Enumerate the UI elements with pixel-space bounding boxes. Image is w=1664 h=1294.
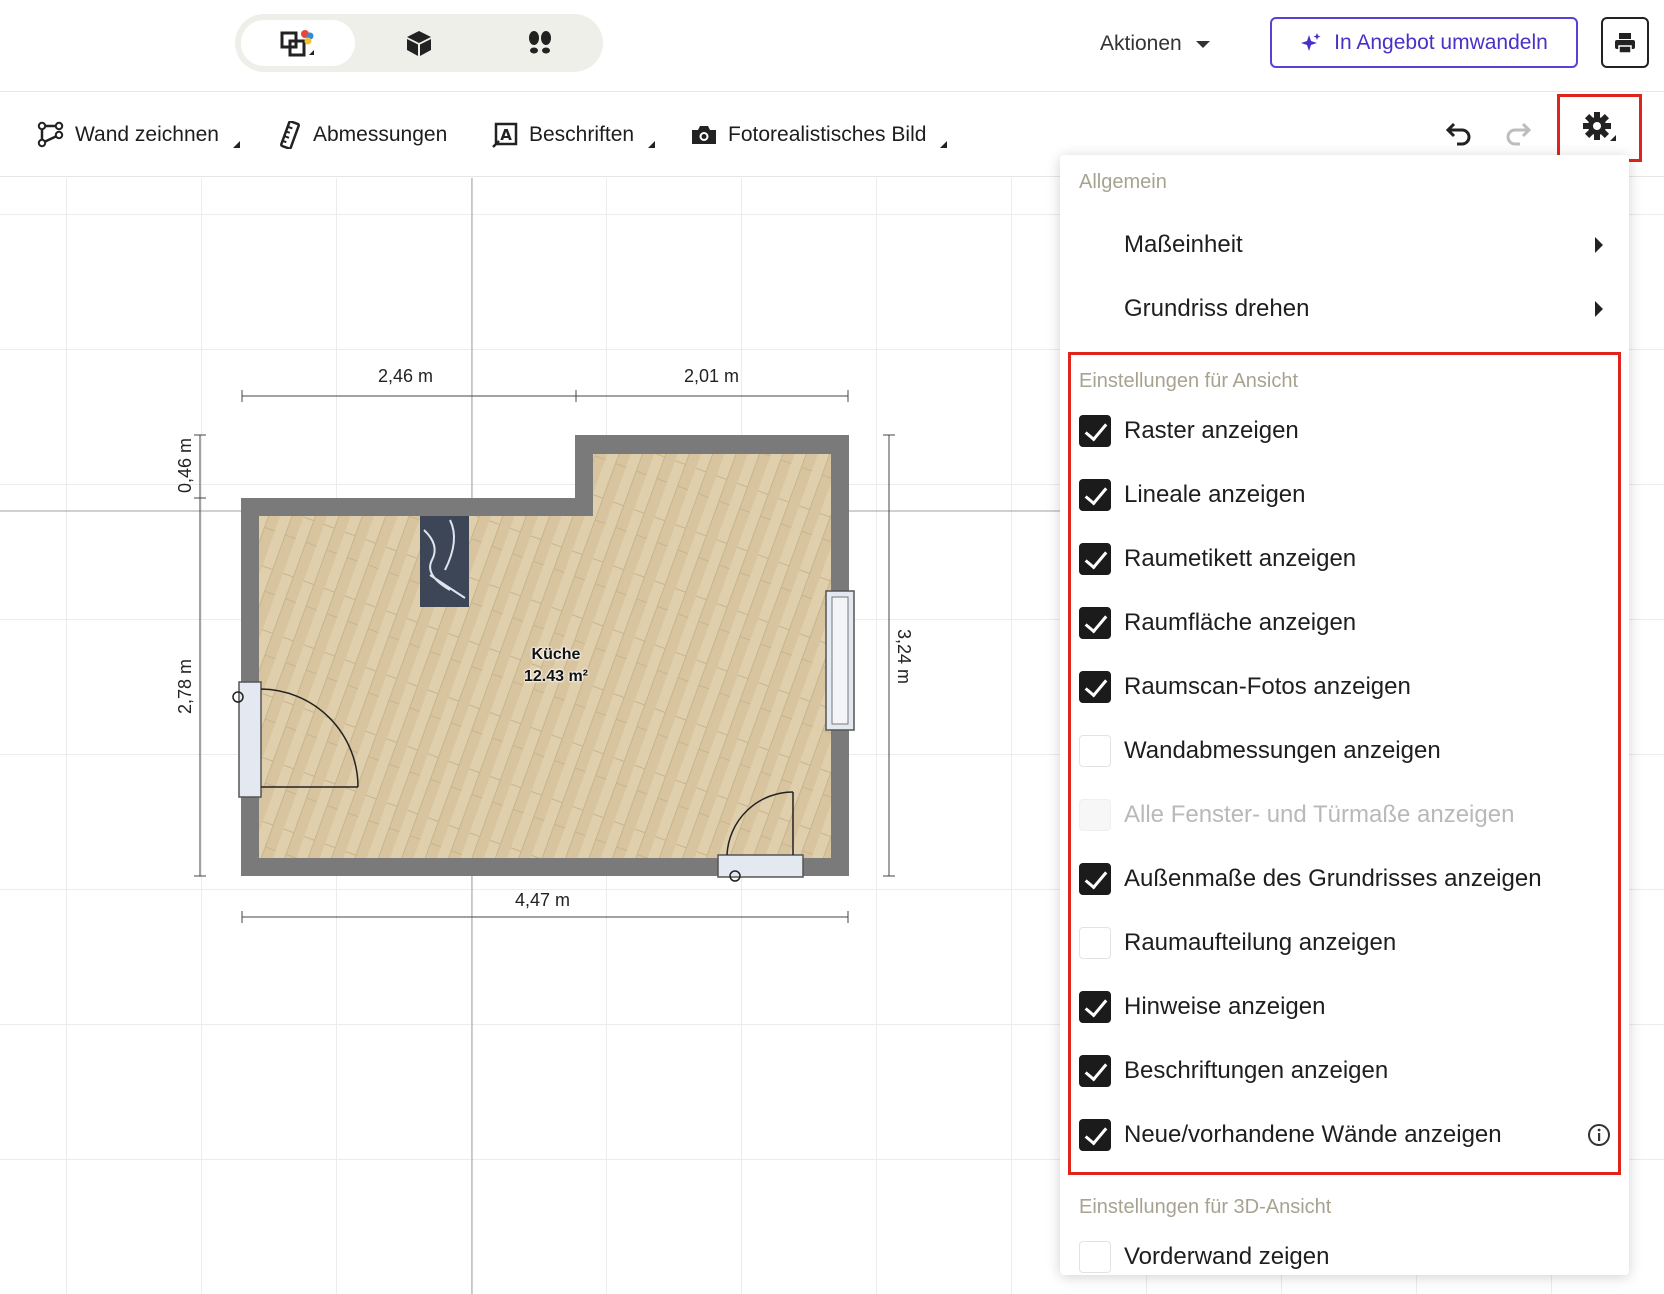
menu-item-unit[interactable]: Maßeinheit <box>1060 217 1629 273</box>
photo-render-tool[interactable]: Fotorealistisches Bild <box>690 115 948 155</box>
dimension-top-right: 2,01 m <box>684 366 740 386</box>
menu-item-rotate-plan[interactable]: Grundriss drehen <box>1060 281 1629 337</box>
top-header: Aktionen In Angebot umwandeln <box>0 0 1664 92</box>
settings-button[interactable] <box>1557 94 1642 162</box>
draw-wall-icon <box>37 121 64 148</box>
chevron-right-icon <box>1595 237 1603 253</box>
checkbox[interactable] <box>1079 1241 1111 1273</box>
view-3d-button[interactable] <box>362 20 476 66</box>
option-label: Vorderwand zeigen <box>1124 1243 1330 1270</box>
actions-dropdown[interactable]: Aktionen <box>1100 26 1210 62</box>
chevron-down-icon <box>1195 40 1210 48</box>
redo-icon <box>1506 122 1532 146</box>
option-show-wall-dimensions[interactable]: Wandabmessungen anzeigen <box>1060 723 1629 779</box>
actions-label: Aktionen <box>1100 32 1182 55</box>
marble-counter <box>420 516 469 607</box>
section-general-title: Allgemein <box>1079 171 1167 193</box>
menu-item-label: Maßeinheit <box>1124 231 1243 258</box>
option-label: Wandabmessungen anzeigen <box>1124 737 1441 764</box>
chevron-right-icon <box>1595 301 1603 317</box>
option-show-hints[interactable]: Hinweise anzeigen <box>1060 979 1629 1035</box>
option-show-rulers[interactable]: Lineale anzeigen <box>1060 467 1629 523</box>
option-label: Raumetikett anzeigen <box>1124 545 1357 572</box>
checkbox[interactable] <box>1079 671 1111 703</box>
option-label: Hinweise anzeigen <box>1124 993 1326 1020</box>
text-label-icon: A <box>492 122 518 148</box>
dimension-top-left: 2,46 m <box>378 366 434 386</box>
checkbox[interactable] <box>1079 607 1111 639</box>
option-show-outer-dimensions[interactable]: Außenmaße des Grundrisses anzeigen <box>1060 851 1629 907</box>
checkbox[interactable] <box>1079 735 1111 767</box>
labels-label: Beschriften <box>529 123 635 146</box>
option-label: Beschriftungen anzeigen <box>1124 1057 1389 1084</box>
dimension-right: 3,24 m <box>894 628 915 685</box>
view-walkthrough-button[interactable] <box>483 20 597 66</box>
option-show-new-existing-walls[interactable]: Neue/vorhandene Wände anzeigen <box>1060 1107 1629 1163</box>
submenu-corner-icon <box>648 140 656 148</box>
convert-to-offer-label: In Angebot umwandeln <box>1334 30 1548 54</box>
option-label: Raster anzeigen <box>1124 417 1299 444</box>
dimensions-tool[interactable]: Abmessungen <box>277 115 447 155</box>
checkbox[interactable] <box>1079 1119 1111 1151</box>
checkbox[interactable] <box>1079 927 1111 959</box>
option-show-front-wall[interactable]: Vorderwand zeigen <box>1060 1229 1629 1275</box>
section-3d-title: Einstellungen für 3D-Ansicht <box>1079 1196 1332 1218</box>
option-label: Alle Fenster- und Türmaße anzeigen <box>1124 801 1515 828</box>
ruler-icon <box>280 121 300 149</box>
submenu-corner-icon <box>940 140 948 148</box>
svg-text:A: A <box>500 126 512 144</box>
option-label: Außenmaße des Grundrisses anzeigen <box>1124 865 1542 892</box>
room-area: 12.43 m² <box>523 668 589 685</box>
dimensions-label: Abmessungen <box>313 123 448 146</box>
undo-button[interactable] <box>1444 116 1474 146</box>
photo-render-label: Fotorealistisches Bild <box>728 123 927 146</box>
option-show-window-door-dimensions: Alle Fenster- und Türmaße anzeigen <box>1060 787 1629 843</box>
checkbox[interactable] <box>1079 991 1111 1023</box>
option-label: Raumaufteilung anzeigen <box>1124 929 1397 956</box>
option-show-roomscan-photos[interactable]: Raumscan-Fotos anzeigen <box>1060 659 1629 715</box>
redo-button[interactable] <box>1503 116 1533 146</box>
cube-3d-icon <box>407 31 431 56</box>
option-label: Neue/vorhandene Wände anzeigen <box>1124 1121 1502 1148</box>
printer-icon <box>1615 32 1635 54</box>
dimension-bottom: 4,47 m <box>515 890 571 910</box>
floorplan-2d-icon <box>280 30 314 57</box>
option-label: Raumfläche anzeigen <box>1124 609 1357 636</box>
room-label[interactable]: Küche 12.43 m² <box>516 644 596 688</box>
info-icon[interactable] <box>1587 1123 1611 1147</box>
submenu-corner-icon <box>232 140 240 148</box>
menu-item-label: Grundriss drehen <box>1124 295 1310 322</box>
checkbox[interactable] <box>1079 1055 1111 1087</box>
camera-icon <box>692 126 716 144</box>
gear-icon <box>1582 112 1616 141</box>
print-button[interactable] <box>1601 17 1649 68</box>
option-show-room-area[interactable]: Raumfläche anzeigen <box>1060 595 1629 651</box>
view-mode-switch <box>235 14 603 72</box>
checkbox[interactable] <box>1079 415 1111 447</box>
checkbox[interactable] <box>1079 543 1111 575</box>
view-2d-button[interactable] <box>241 20 355 66</box>
room-name: Küche <box>531 646 581 663</box>
dimension-left-main: 2,78 m <box>175 658 196 715</box>
option-show-room-division[interactable]: Raumaufteilung anzeigen <box>1060 915 1629 971</box>
footsteps-icon <box>529 31 551 54</box>
draw-wall-label: Wand zeichnen <box>75 123 219 146</box>
settings-menu: Allgemein Maßeinheit Grundriss drehen Ei… <box>1060 155 1629 1275</box>
undo-icon <box>1445 122 1471 146</box>
checkbox <box>1079 799 1111 831</box>
option-label: Raumscan-Fotos anzeigen <box>1124 673 1411 700</box>
option-show-grid[interactable]: Raster anzeigen <box>1060 403 1629 459</box>
draw-wall-tool[interactable]: Wand zeichnen <box>37 115 240 155</box>
option-show-room-label[interactable]: Raumetikett anzeigen <box>1060 531 1629 587</box>
labels-tool[interactable]: A Beschriften <box>491 115 656 155</box>
convert-to-offer-button[interactable]: In Angebot umwandeln <box>1270 17 1578 68</box>
checkbox[interactable] <box>1079 863 1111 895</box>
section-view-title: Einstellungen für Ansicht <box>1079 370 1299 392</box>
option-label: Lineale anzeigen <box>1124 481 1306 508</box>
option-show-annotations[interactable]: Beschriftungen anzeigen <box>1060 1043 1629 1099</box>
sparkle-icon <box>1301 32 1321 51</box>
checkbox[interactable] <box>1079 479 1111 511</box>
dimension-left-small: 0,46 m <box>175 437 196 494</box>
